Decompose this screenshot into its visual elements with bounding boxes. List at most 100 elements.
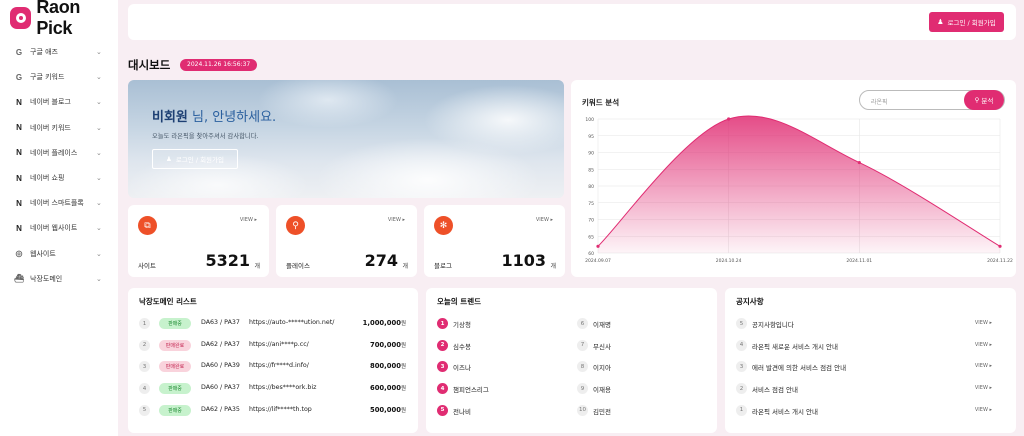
price-unit: 원: [400, 342, 406, 349]
chevron-down-icon: ⌄: [96, 148, 102, 157]
naver-icon: N: [16, 148, 22, 158]
analyze-label: 분석: [981, 97, 994, 105]
data-point: [727, 117, 731, 121]
sidebar-item[interactable]: N 네이버 웹사이트 ⌄: [0, 218, 118, 238]
app-name: Raon Pick: [36, 0, 81, 38]
keyword-search-input[interactable]: 라온픽 ⚲ 분석: [859, 90, 1005, 110]
notice-view-link[interactable]: VIEW ▸: [975, 407, 992, 413]
expired-domain-panel: 낙장도메인 리스트 1 판매중 DA63 / PA37 https://auto-**…: [128, 288, 418, 433]
login-button[interactable]: ♟ 로그인 / 회원가입: [929, 12, 1004, 32]
naver-icon: N: [16, 97, 22, 107]
sidebar-item-label: 네이버 플레이스: [30, 148, 78, 157]
view-link[interactable]: VIEW ▸: [388, 217, 405, 223]
notice-item[interactable]: 1 라온픽 서비스 개시 안내 VIEW ▸: [725, 403, 1016, 419]
price-value: 1,000,000: [362, 319, 401, 327]
greeting-subtitle: 오늘도 라온픽을 찾아주셔서 감사합니다.: [152, 133, 259, 140]
price-value: 700,000: [369, 340, 401, 349]
naver-icon: N: [16, 123, 22, 133]
status-badge: 판매중: [159, 318, 191, 329]
chevron-down-icon: ⌄: [96, 174, 102, 182]
notice-item[interactable]: 4 라온픽 새로운 서비스 개시 안내 VIEW ▸: [725, 338, 1016, 354]
sidebar-item[interactable]: N 네이버 스마트플록 ⌄: [0, 193, 118, 213]
login-button-label: 로그인 / 회원가입: [947, 19, 996, 27]
view-link[interactable]: VIEW ▸: [536, 217, 553, 223]
stat-label: 블로그: [434, 262, 452, 270]
view-link[interactable]: VIEW ▸: [240, 217, 257, 223]
sidebar-item-label: 구글 애즈: [30, 48, 58, 56]
domain-row[interactable]: 5 판매중 DA62 / PA35 https://lif*****th.top 500…: [128, 403, 418, 419]
domain-row[interactable]: 3 판매완료 DA60 / PA39 https://fr****d.info/800…: [128, 359, 418, 375]
notice-item[interactable]: 5 공지사항입니다 VIEW ▸: [725, 316, 1016, 332]
y-tick-label: 80: [588, 184, 594, 190]
price-unit: 원: [400, 386, 406, 393]
sidebar-item[interactable]: G 구글 키워드 ⌄: [0, 67, 118, 87]
chevron-down-icon: ⌄: [96, 274, 102, 283]
timestamp-badge: 2024.11.26 16:56:37: [180, 59, 258, 71]
trend-item[interactable]: 7 무신사: [566, 338, 706, 354]
domain-row[interactable]: 1 판매중 DA63 / PA37 https://auto-*****ution.n…: [128, 316, 418, 332]
google-icon: G: [15, 72, 23, 82]
sidebar-item[interactable]: ⛴ 낙장도메인 ⌄: [0, 269, 118, 289]
price-value: 800,000: [369, 362, 401, 371]
domain-price: 1,000,000원: [363, 319, 406, 327]
trend-keyword: 이지아: [593, 364, 611, 373]
notice-title-text: 에러 발견에 의한 서비스 점검 안내: [752, 364, 847, 373]
x-tick-label: 2024.11.01: [846, 258, 872, 264]
sidebar-item[interactable]: N 네이버 플레이스 ⌄: [0, 143, 118, 163]
trend-item[interactable]: 10 김민전: [566, 403, 706, 419]
sidebar-item[interactable]: N 네이버 블로그 ⌄: [0, 92, 118, 112]
stat-value: 274: [364, 251, 398, 270]
sidebar-item-label: 네이버 블로그: [30, 98, 71, 107]
sidebar-item-label: 네이버 쇼핑: [30, 174, 65, 182]
domain-row[interactable]: 2 판매완료 DA62 / PA37 https://ani****p.cc/700,…: [128, 338, 418, 354]
notice-view-link[interactable]: VIEW ▸: [975, 320, 992, 326]
y-tick-label: 60: [588, 251, 594, 257]
search-icon: ⚲: [974, 96, 980, 104]
trend-item[interactable]: 1 기상청: [426, 316, 566, 332]
notice-view-link[interactable]: VIEW ▸: [975, 385, 992, 391]
status-badge: 판매중: [159, 383, 191, 395]
domain-row[interactable]: 4 판매중 DA60 / PA37 https://bes****ork.biz 600…: [128, 381, 418, 397]
stat-label: 플레이스: [286, 262, 310, 270]
notice-view-link[interactable]: VIEW ▸: [975, 342, 992, 348]
notice-item[interactable]: 2 서비스 점검 안내 VIEW ▸: [725, 381, 1016, 397]
app-logo[interactable]: Raon Pick: [10, 0, 118, 38]
analyze-button[interactable]: ⚲ 분석: [964, 90, 1004, 110]
logo-icon: [10, 7, 32, 29]
sidebar-item[interactable]: ◎ 웹사이트 ⌄: [0, 244, 118, 264]
chevron-down-icon: ⌄: [96, 48, 102, 56]
sidebar-item[interactable]: G 구글 애즈 ⌄: [0, 42, 118, 62]
ship-icon: ⛴: [14, 274, 25, 284]
trend-item[interactable]: 5 전나비: [426, 403, 566, 419]
y-tick-label: 95: [588, 134, 594, 140]
notice-number: 3: [736, 361, 747, 373]
rank-number: 2: [139, 339, 150, 351]
trend-keyword: 전나비: [453, 407, 471, 416]
domain-list-title: 낙장도메인 리스트: [139, 297, 197, 306]
keyword-analysis-panel: 키워드 분석 라온픽 ⚲ 분석 60 65 70 75 80 85 90 95 100 2024.…: [571, 80, 1016, 277]
trend-item[interactable]: 3 이즈나: [426, 359, 566, 375]
notice-view-link[interactable]: VIEW ▸: [975, 363, 992, 369]
sidebar-item[interactable]: N 네이버 키워드 ⌄: [0, 118, 118, 138]
rank-number: 1: [139, 318, 150, 329]
domain-authority: DA63 / PA37: [201, 319, 240, 326]
sidebar-item[interactable]: N 네이버 쇼핑 ⌄: [0, 168, 118, 188]
stat-unit: 개: [550, 263, 556, 270]
trend-item[interactable]: 6 이재명: [566, 316, 706, 332]
trend-item[interactable]: 8 이지아: [566, 359, 706, 375]
trend-item[interactable]: 9 이재용: [566, 381, 706, 397]
y-tick-label: 85: [588, 167, 594, 173]
user-icon: ♟: [165, 155, 172, 163]
hero-login-button[interactable]: ♟ 로그인 / 회원가입: [152, 149, 238, 169]
naver-icon: N: [16, 198, 22, 208]
notice-title: 공지사항: [736, 297, 764, 306]
chevron-down-icon: ⌄: [96, 98, 102, 107]
domain-price: 600,000원: [370, 384, 406, 392]
greeting-name: 비회원: [152, 110, 188, 125]
trend-item[interactable]: 4 챔피언스리그: [426, 381, 566, 397]
google-icon: G: [15, 47, 23, 57]
trend-item[interactable]: 2 심수봉: [426, 338, 566, 354]
trend-keyword: 무신사: [593, 342, 611, 351]
notice-item[interactable]: 3 에러 발견에 의한 서비스 점검 안내 VIEW ▸: [725, 359, 1016, 375]
price-unit: 원: [400, 321, 406, 327]
